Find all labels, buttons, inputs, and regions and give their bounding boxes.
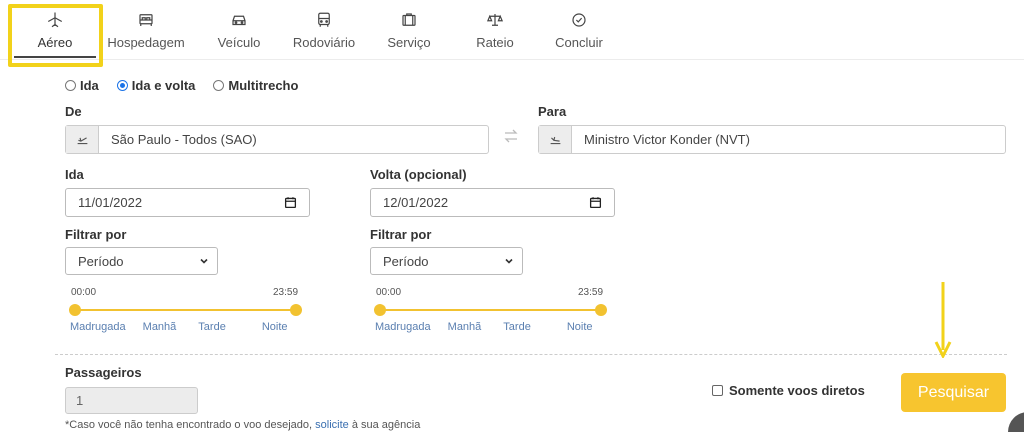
- airplane-icon: [47, 12, 63, 28]
- depart-date-value: 11/01/2022: [78, 195, 143, 210]
- return-date-input[interactable]: 12/01/2022: [370, 188, 615, 217]
- tab-veiculo[interactable]: Veículo: [212, 8, 266, 54]
- tab-label: Aéreo: [37, 35, 73, 50]
- radio-dot[interactable]: [116, 80, 128, 91]
- tab-bar: Aéreo Hospedagem Veículo Rodoviário Serv…: [0, 0, 1024, 60]
- from-input[interactable]: São Paulo - Todos (SAO): [65, 125, 489, 154]
- return-periods: Madrugada Manhã Tarde Noite: [375, 321, 593, 333]
- tab-rateio[interactable]: Rateio: [474, 8, 516, 54]
- tab-label: Serviço: [387, 35, 431, 50]
- search-button[interactable]: Pesquisar: [901, 373, 1006, 412]
- scale-icon: [486, 14, 504, 26]
- active-tab-underline: [14, 56, 96, 58]
- tab-aereo[interactable]: Aéreo: [30, 8, 80, 54]
- tab-label: Rodoviário: [292, 35, 356, 50]
- depart-slider-handle-end[interactable]: [290, 304, 302, 316]
- chat-bubble[interactable]: [1008, 412, 1024, 432]
- period-noite[interactable]: Noite: [262, 321, 288, 333]
- period-tarde[interactable]: Tarde: [503, 321, 531, 333]
- note-suffix: à sua agência: [351, 419, 421, 431]
- passengers-input[interactable]: 1: [65, 387, 198, 414]
- bus-icon: [318, 12, 330, 27]
- tab-label: Rateio: [476, 35, 514, 50]
- radio-ida-e-volta[interactable]: Ida e volta: [116, 78, 196, 93]
- select-value: Período: [78, 253, 124, 269]
- period-noite[interactable]: Noite: [567, 321, 593, 333]
- tab-concluir[interactable]: Concluir: [552, 8, 606, 54]
- tab-label: Veículo: [217, 35, 261, 50]
- period-manha[interactable]: Manhã: [448, 321, 482, 333]
- radio-label: Multitrecho: [228, 78, 299, 93]
- radio-ida[interactable]: Ida: [65, 78, 99, 93]
- depart-periods: Madrugada Manhã Tarde Noite: [70, 321, 288, 333]
- filter-return-select[interactable]: Período: [370, 247, 523, 275]
- plane-departure-icon: [66, 126, 99, 153]
- radio-multitrecho[interactable]: Multitrecho: [213, 78, 298, 93]
- depart-time-start: 00:00: [71, 287, 97, 298]
- depart-label: Ida: [65, 167, 84, 182]
- passengers-value: 1: [76, 393, 84, 408]
- chevron-down-icon: [200, 258, 208, 264]
- return-date-value: 12/01/2022: [383, 195, 449, 210]
- depart-time-end: 23:59: [273, 287, 299, 298]
- chevron-down-icon: [505, 258, 513, 264]
- checkbox-box[interactable]: [712, 385, 723, 396]
- bed-icon: [139, 14, 153, 26]
- radio-label: Ida: [80, 78, 99, 93]
- check-circle-icon: [572, 13, 586, 27]
- plane-arrival-icon: [539, 126, 572, 153]
- return-slider-handle-end[interactable]: [595, 304, 607, 316]
- swap-icon[interactable]: [503, 128, 519, 144]
- passengers-label: Passageiros: [65, 365, 142, 380]
- from-label: De: [65, 104, 82, 119]
- filter-depart-select[interactable]: Período: [65, 247, 218, 275]
- section-divider: [55, 354, 1007, 355]
- depart-slider-track: [75, 309, 297, 311]
- to-value: Ministro Victor Konder (NVT): [584, 132, 750, 147]
- return-slider-track: [380, 309, 602, 311]
- period-madrugada[interactable]: Madrugada: [375, 321, 431, 333]
- request-link[interactable]: solicite: [315, 419, 349, 431]
- radio-dot[interactable]: [65, 80, 76, 91]
- filter-return-label: Filtrar por: [370, 227, 432, 242]
- tab-hospedagem[interactable]: Hospedagem: [104, 8, 188, 54]
- note-prefix: *Caso você não tenha encontrado o voo de…: [65, 419, 313, 431]
- car-icon: [232, 15, 246, 26]
- return-slider-handle-start[interactable]: [374, 304, 386, 316]
- depart-slider-handle-start[interactable]: [69, 304, 81, 316]
- annotation-arrow-icon: [934, 282, 952, 358]
- calendar-icon[interactable]: [589, 196, 602, 209]
- return-time-end: 23:59: [578, 287, 604, 298]
- to-label: Para: [538, 104, 567, 119]
- period-madrugada[interactable]: Madrugada: [70, 321, 126, 333]
- return-label: Volta (opcional): [370, 167, 467, 182]
- direct-only-checkbox[interactable]: Somente voos diretos: [712, 383, 865, 398]
- help-note: *Caso você não tenha encontrado o voo de…: [65, 419, 420, 431]
- from-value: São Paulo - Todos (SAO): [111, 132, 257, 147]
- period-manha[interactable]: Manhã: [143, 321, 177, 333]
- calendar-icon[interactable]: [284, 196, 297, 209]
- direct-only-label: Somente voos diretos: [729, 383, 865, 398]
- tab-label: Concluir: [555, 35, 603, 50]
- tab-rodoviario[interactable]: Rodoviário: [288, 8, 360, 54]
- period-tarde[interactable]: Tarde: [198, 321, 226, 333]
- tab-label: Hospedagem: [107, 35, 185, 50]
- select-value: Período: [383, 253, 429, 269]
- depart-date-input[interactable]: 11/01/2022: [65, 188, 310, 217]
- radio-label: Ida e volta: [131, 78, 196, 93]
- radio-dot[interactable]: [213, 80, 225, 91]
- return-time-start: 00:00: [376, 287, 402, 298]
- trip-type-group: Ida Ida e volta Multitrecho: [65, 78, 316, 93]
- briefcase-icon: [402, 13, 416, 26]
- tab-servico[interactable]: Serviço: [382, 8, 436, 54]
- filter-depart-label: Filtrar por: [65, 227, 127, 242]
- to-input[interactable]: Ministro Victor Konder (NVT): [538, 125, 1006, 154]
